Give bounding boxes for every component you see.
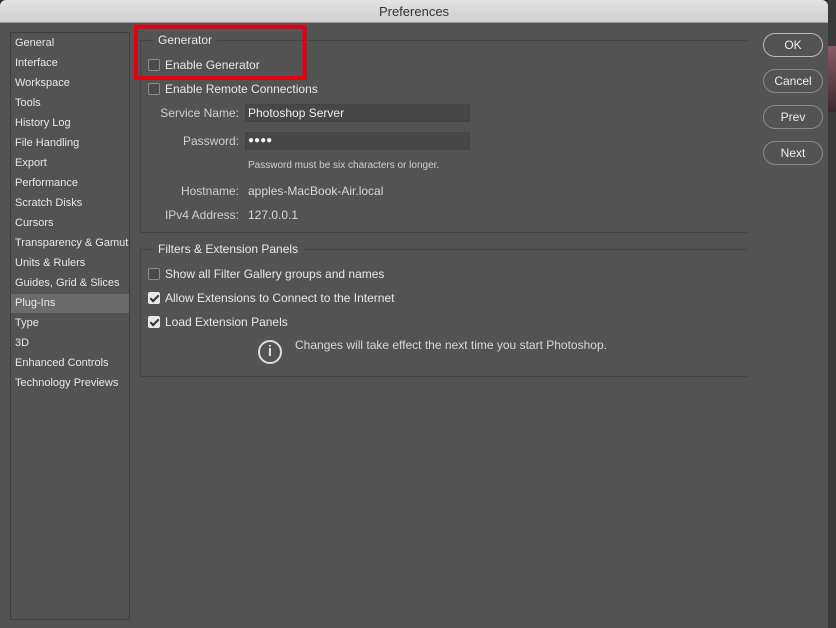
enable-remote-connections-checkbox[interactable] [148,83,160,95]
hostname-label: Hostname: [180,184,239,198]
sidebar-item-cursors[interactable]: Cursors [11,214,129,233]
sidebar-item-general[interactable]: General [11,34,129,53]
sidebar-item-performance[interactable]: Performance [11,174,129,193]
sidebar-item-file-handling[interactable]: File Handling [11,134,129,153]
load-extension-panels-label[interactable]: Load Extension Panels [165,315,288,329]
service-name-label: Service Name: [160,106,239,120]
sidebar-item-type[interactable]: Type [11,314,129,333]
restart-notice: Changes will take effect the next time y… [295,338,607,352]
ipv4-value: 127.0.0.1 [248,208,299,222]
sidebar-item-3d[interactable]: 3D [11,334,129,353]
sidebar-item-units-rulers[interactable]: Units & Rulers [11,254,129,273]
filters-group-title: Filters & Extension Panels [153,242,304,256]
sidebar-item-workspace[interactable]: Workspace [11,74,129,93]
sidebar-item-enhanced-controls[interactable]: Enhanced Controls [11,354,129,373]
window-title: Preferences [0,0,828,23]
background-app-strip [828,0,836,628]
allow-extensions-label[interactable]: Allow Extensions to Connect to the Inter… [165,291,394,305]
hostname-value: apples-MacBook-Air.local [248,184,384,198]
sidebar-item-export[interactable]: Export [11,154,129,173]
highlight-annotation-box [134,25,307,80]
cancel-button[interactable]: Cancel [763,69,823,93]
show-filter-gallery-checkbox[interactable] [148,268,160,280]
sidebar-item-plug-ins[interactable]: Plug-Ins [11,294,129,313]
preferences-dialog: Preferences General Interface Workspace Too… [0,0,828,628]
ok-button[interactable]: OK [763,33,823,57]
password-input[interactable]: ●●●● [245,132,470,150]
next-button[interactable]: Next [763,141,823,165]
show-filter-gallery-label[interactable]: Show all Filter Gallery groups and names [165,267,384,281]
allow-extensions-checkbox[interactable] [148,292,160,304]
sidebar-item-interface[interactable]: Interface [11,54,129,73]
load-extension-panels-checkbox[interactable] [148,316,160,328]
info-icon: i [258,340,282,364]
sidebar-item-guides-grid-slices[interactable]: Guides, Grid & Slices [11,274,129,293]
sidebar-item-scratch-disks[interactable]: Scratch Disks [11,194,129,213]
password-hint: Password must be six characters or longe… [248,160,440,171]
sidebar-item-history-log[interactable]: History Log [11,114,129,133]
preferences-sidebar: General Interface Workspace Tools History Lo… [10,32,130,620]
password-label: Password: [182,134,239,148]
sidebar-item-technology-previews[interactable]: Technology Previews [11,374,129,393]
enable-remote-connections-label[interactable]: Enable Remote Connections [165,82,318,96]
ipv4-label: IPv4 Address: [164,208,239,222]
sidebar-item-transparency-gamut[interactable]: Transparency & Gamut [11,234,129,253]
prev-button[interactable]: Prev [763,105,823,129]
service-name-input[interactable]: Photoshop Server [245,104,470,122]
background-thumbnail [828,46,836,112]
sidebar-item-tools[interactable]: Tools [11,94,129,113]
